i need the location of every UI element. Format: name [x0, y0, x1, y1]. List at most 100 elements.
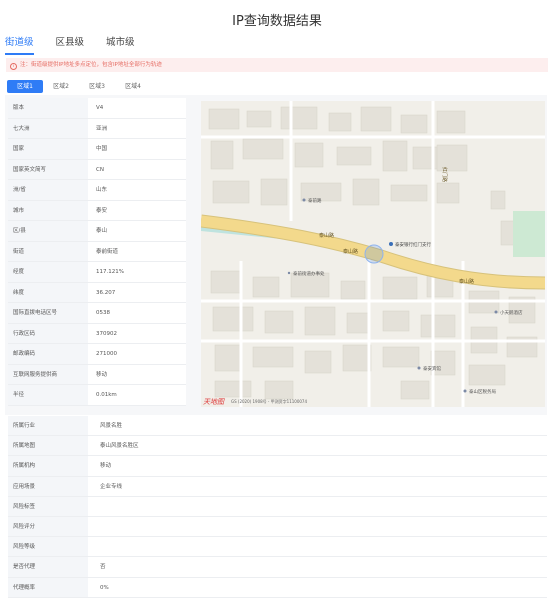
row-key: 国际直拨电话区号 [8, 303, 88, 323]
row-value: 否 [100, 564, 106, 571]
map-side-road-label: 红门路 [441, 167, 448, 182]
table-row: 洲/省 山东 [8, 180, 186, 201]
table-row: 所属机构 移动 [8, 456, 547, 477]
table-row: 风险标签 [8, 496, 547, 517]
row-value: 风景名胜 [100, 423, 123, 429]
tab-street-level[interactable]: 街道级 [5, 34, 34, 55]
table-row: 区/县 泰山 [8, 221, 186, 242]
map-road-label-3: 泰山路 [459, 278, 474, 285]
info-icon: i [10, 63, 17, 70]
poi-dot [287, 271, 291, 275]
region-tabs: 区域1 区域2 区域3 区域4 [7, 80, 151, 93]
bank-marker-icon [389, 242, 393, 246]
map-road-label-1: 泰山路 [319, 232, 334, 239]
tab-city-level[interactable]: 城市级 [106, 34, 135, 55]
row-key: 互联网服务提供商 [8, 364, 88, 384]
row-value: 中国 [96, 146, 108, 152]
poi-dot [417, 366, 421, 370]
row-value: 117.121% [96, 269, 124, 275]
row-key: 洲/省 [8, 180, 88, 200]
table-row: 行政区码 370902 [8, 323, 186, 344]
table-row: 国际直拨电话区号 0538 [8, 303, 186, 324]
location-map[interactable]: 泰山路 泰山路 泰山路 红门路 泰前路 泰前街道办事处 小天鹅酒店 泰安宾馆 泰… [201, 101, 545, 407]
map-poi-5: 泰山区税务局 [469, 388, 496, 395]
map-poi-2: 泰前街道办事处 [293, 270, 325, 277]
table-row: 街道 泰前街道 [8, 241, 186, 262]
row-key: 应用场景 [8, 476, 88, 496]
row-value: 山东 [96, 187, 108, 193]
row-value: 36.207 [96, 289, 116, 296]
map-poi-3: 小天鹅酒店 [500, 309, 523, 316]
table-row: 经度 117.121% [8, 262, 186, 283]
level-tabs: 街道级 区县级 城市级 [5, 34, 157, 55]
row-key: 半径 [8, 385, 88, 405]
poi-dot [463, 389, 467, 393]
map-poi-4: 泰安宾馆 [423, 365, 441, 372]
row-value: 泰安 [96, 207, 108, 214]
row-key: 行政区码 [8, 323, 88, 343]
risk-info-table: 所属行业 风景名胜 所属地图 泰山风景名胜区 所属机构 移动 应用场景 企业专线 风险标… [8, 416, 547, 598]
row-value: 0.01km [96, 392, 117, 398]
row-value: 企业专线 [100, 483, 123, 490]
row-key: 城市 [8, 200, 88, 220]
row-value: 泰山 [96, 228, 108, 234]
map-poi-1: 泰前路 [308, 197, 322, 204]
row-value: 370902 [96, 330, 117, 337]
row-key: 代理概率 [8, 577, 88, 597]
row-key: 国家 [8, 139, 88, 159]
row-key: 风险标签 [8, 496, 88, 516]
row-value: 0538 [96, 310, 110, 316]
poi-dot [494, 310, 498, 314]
page-title: IP查询数据结果 [232, 14, 322, 29]
tab-region-4[interactable]: 区域4 [115, 80, 151, 93]
table-row: 半径 0.01km [8, 385, 186, 406]
table-row: 应用场景 企业专线 [8, 476, 547, 497]
row-key: 版本 [8, 98, 88, 118]
map-park [513, 211, 545, 257]
row-key: 街道 [8, 241, 88, 261]
row-key: 国家英文简写 [8, 159, 88, 179]
row-key: 所属地图 [8, 436, 88, 456]
row-value: 271000 [96, 351, 117, 357]
table-row: 风险评分 [8, 516, 547, 538]
ip-info-table: 版本 V4 七大洲 亚洲 国家 中国 国家英文简写 CN 洲/省 山东 城市 泰安 区/县泰… [8, 98, 186, 406]
table-row: 所属行业 风景名胜 [8, 416, 547, 437]
table-row: 版本 V4 [8, 98, 186, 119]
table-row: 国家 中国 [8, 139, 186, 160]
table-row: 互联网服务提供商 移动 [8, 364, 186, 385]
map-copyright: GS (2020) 1908号 - 甲测资字11100074 [231, 398, 307, 404]
row-value [88, 537, 547, 556]
table-row: 城市 泰安 [8, 200, 186, 221]
row-key: 七大洲 [8, 118, 88, 138]
location-radius-circle [364, 244, 384, 264]
row-key: 纬度 [8, 282, 88, 302]
warning-banner: i 注：街道级提供IP地址多点定位，包含IP地址全部行为轨迹 [6, 58, 548, 72]
row-value: CN [96, 166, 104, 173]
row-value: 0% [100, 584, 109, 591]
tab-region-1[interactable]: 区域1 [7, 80, 43, 93]
map-bank-label: 泰安银行红门支行 [395, 241, 431, 248]
map-road-label-2: 泰山路 [343, 248, 358, 255]
table-row: 风险等级 [8, 537, 547, 558]
row-key: 经度 [8, 262, 88, 282]
poi-dot [302, 198, 306, 202]
table-row: 代理概率 0% [8, 577, 547, 598]
row-value: 泰山风景名胜区 [100, 443, 139, 450]
row-key: 所属机构 [8, 456, 88, 476]
tab-region-3[interactable]: 区域3 [79, 80, 115, 93]
row-key: 是否代理 [8, 557, 88, 577]
table-row: 所属地图 泰山风景名胜区 [8, 436, 547, 457]
tab-district-level[interactable]: 区县级 [56, 34, 85, 55]
row-key: 风险等级 [8, 537, 88, 557]
map-logo: 天地图 [203, 398, 225, 406]
row-value: 亚洲 [96, 125, 108, 132]
row-value: 移动 [100, 463, 112, 470]
table-row: 国家英文简写 CN [8, 159, 186, 180]
row-value: V4 [96, 105, 104, 111]
row-key: 区/县 [8, 221, 88, 241]
row-key: 风险评分 [8, 516, 88, 537]
tab-region-2[interactable]: 区域2 [43, 80, 79, 93]
row-value [88, 497, 547, 516]
table-row: 七大洲 亚洲 [8, 118, 186, 139]
row-value: 泰前街道 [96, 248, 119, 255]
